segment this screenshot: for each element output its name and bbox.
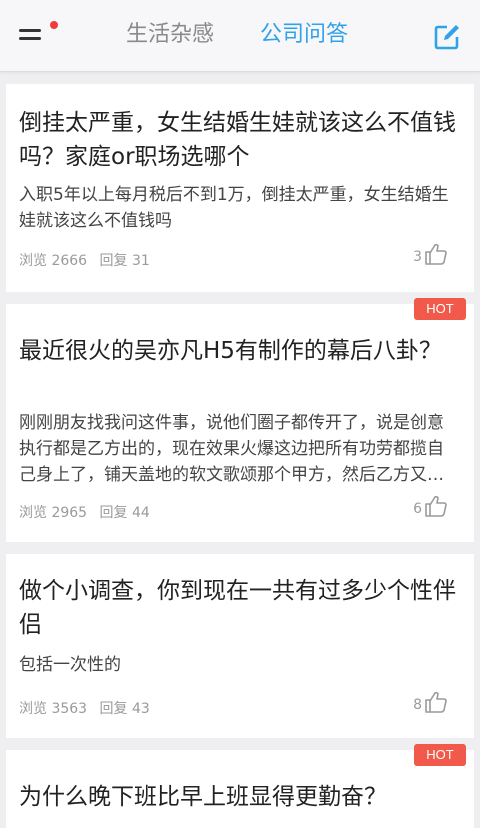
like-count: 3 (413, 249, 422, 265)
post-card[interactable]: HOT 最近很火的吴亦凡H5有制作的幕后八卦？ 刚刚朋友找我问这件事，说他们圈子… (6, 298, 474, 542)
post-title[interactable]: 最近很火的吴亦凡H5有制作的幕后八卦？ (19, 334, 458, 368)
post-stats: 浏览 2666 回复 31 (19, 250, 158, 270)
view-count: 浏览 2666 (19, 253, 88, 269)
compose-button[interactable] (432, 22, 462, 52)
post-stats: 浏览 2965 回复 44 (19, 502, 158, 522)
like-button[interactable]: 6 (413, 494, 448, 518)
menu-icon-bar (19, 37, 41, 40)
post-stats: 浏览 3563 回复 43 (19, 698, 158, 718)
post-excerpt: 入职5年以上每月税后不到1万，倒挂太严重，女生结婚生娃就该这么不值钱吗 (19, 185, 449, 231)
post-excerpt: 包括一次性的 (19, 655, 121, 675)
reply-count: 回复 44 (99, 505, 150, 521)
post-excerpt: 刚刚朋友找我问这件事，说他们圈子都传开了，说是创意执行都是乙方出的，现在效果火爆… (19, 413, 444, 485)
notification-dot (50, 21, 58, 29)
like-count: 6 (413, 501, 422, 517)
post-title[interactable]: 倒挂太严重，女生结婚生娃就该这么不值钱吗？家庭or职场选哪个 (19, 106, 458, 174)
like-count: 8 (413, 697, 422, 713)
post-card[interactable]: 倒挂太严重，女生结婚生娃就该这么不值钱吗？家庭or职场选哪个 入职5年以上每月税… (6, 84, 474, 292)
edit-icon (434, 25, 459, 50)
reply-count: 回复 43 (99, 701, 150, 717)
menu-icon (19, 29, 41, 32)
hot-badge: HOT (414, 744, 466, 766)
reply-count: 回复 31 (99, 253, 150, 269)
menu-button[interactable] (16, 21, 60, 52)
post-title[interactable]: 为什么晚下班比早上班显得更勤奋？ (19, 780, 458, 814)
post-title[interactable]: 做个小调查，你到现在一共有过多少个性伴侣 (19, 574, 458, 642)
thumbs-up-icon (425, 691, 447, 713)
top-bar: 生活杂感 公司问答 (0, 0, 480, 72)
thumbs-up-icon (425, 495, 447, 517)
like-button[interactable]: 8 (413, 690, 448, 714)
thumbs-up-icon (425, 243, 447, 265)
hot-badge: HOT (414, 298, 466, 320)
post-card[interactable]: HOT 为什么晚下班比早上班显得更勤奋？ (6, 744, 474, 828)
post-card[interactable]: 做个小调查，你到现在一共有过多少个性伴侣 包括一次性的 浏览 3563 回复 4… (6, 554, 474, 738)
tab-life[interactable]: 生活杂感 (126, 20, 214, 50)
view-count: 浏览 2965 (19, 505, 88, 521)
like-button[interactable]: 3 (413, 242, 448, 266)
view-count: 浏览 3563 (19, 701, 88, 717)
tab-company-qa[interactable]: 公司问答 (260, 20, 348, 50)
